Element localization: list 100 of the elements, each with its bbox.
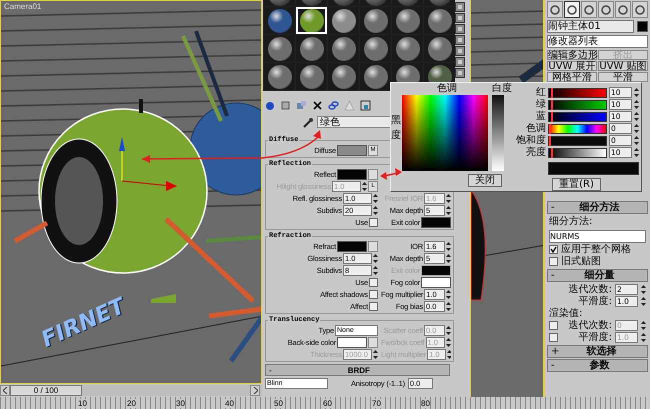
slider-thumb[interactable]: [551, 100, 554, 110]
modifier-button[interactable]: 平滑: [598, 72, 648, 82]
modifier-button[interactable]: UVW 展开: [547, 61, 597, 71]
rollout-header[interactable]: + 软选择: [547, 345, 648, 358]
spinner-arrows-icon[interactable]: [641, 321, 646, 330]
slider-thumb[interactable]: [551, 112, 554, 122]
spinner-arrows-icon[interactable]: [634, 136, 639, 145]
spinner-arrows-icon[interactable]: [641, 285, 646, 294]
next-frame-button[interactable]: [250, 385, 260, 396]
checkbox[interactable]: [549, 257, 558, 266]
subdivision-dropdown[interactable]: NURMS: [549, 230, 646, 243]
whiteness-label: 白度: [492, 83, 512, 95]
rollout-header[interactable]: - BRDF: [265, 364, 450, 376]
slider-thumb[interactable]: [551, 148, 554, 158]
whiteness-bar[interactable]: [492, 95, 504, 171]
checkbox[interactable]: [549, 333, 558, 342]
rollout-header[interactable]: - 细分量: [547, 269, 648, 282]
modifier-button[interactable]: UVW 贴图: [598, 61, 648, 71]
checkbox-label: 旧式贴图: [561, 256, 601, 267]
previous-frame-button[interactable]: [0, 385, 10, 396]
checkbox[interactable]: [369, 290, 378, 298]
modifier-button[interactable]: 网格平滑: [547, 72, 597, 82]
hue-spectrum[interactable]: [402, 95, 488, 171]
channel-label: 蓝: [535, 111, 546, 122]
modifier-list-dropdown[interactable]: 修改器列表: [547, 35, 648, 48]
time-slider[interactable]: 0 / 100: [10, 385, 82, 396]
checkbox[interactable]: [549, 321, 558, 330]
spinner-arrows-icon[interactable]: [634, 148, 639, 157]
spinner-arrows-icon[interactable]: [446, 338, 451, 346]
rollout-header[interactable]: - 参数: [547, 359, 648, 372]
timeline-tick: 20: [127, 399, 136, 408]
spinner-arrows-icon[interactable]: [446, 302, 451, 310]
color-swatch[interactable]: [337, 240, 367, 252]
timeline-tick: 80: [421, 399, 430, 408]
toolbar-icon[interactable]: [280, 100, 291, 111]
modifier-button[interactable]: 编辑多边形: [547, 50, 597, 60]
object-color-swatch[interactable]: [637, 21, 648, 32]
spinner-arrows-icon[interactable]: [446, 254, 451, 262]
checkbox-label: 应用于整个网格: [561, 244, 631, 255]
field-label: 迭代次数:: [568, 284, 612, 295]
channel-slider[interactable]: [548, 100, 607, 110]
panel-tab[interactable]: [547, 1, 563, 18]
spinner-arrows-icon[interactable]: [634, 100, 639, 109]
spinner-arrows-icon[interactable]: [446, 194, 451, 202]
spinner-arrows-icon[interactable]: [446, 326, 451, 334]
spinner-arrows-icon[interactable]: [641, 297, 646, 306]
hue-label: 色调: [436, 83, 458, 95]
color-swatch[interactable]: [421, 216, 451, 228]
rollout-sign: -: [269, 366, 272, 374]
spinner-arrows-icon[interactable]: [373, 266, 378, 274]
spinner-arrows-icon[interactable]: [373, 254, 378, 262]
checkbox[interactable]: [369, 218, 378, 226]
spinner-arrows-icon[interactable]: [373, 206, 378, 214]
color-swatch[interactable]: [337, 168, 367, 180]
timeline-tick: 50: [274, 399, 283, 408]
spinner-arrows-icon[interactable]: [634, 124, 639, 133]
channel-slider[interactable]: [548, 88, 607, 98]
spinner-arrows-icon[interactable]: [373, 350, 378, 358]
rollout-sign: -: [551, 270, 555, 281]
spinner-arrows-icon[interactable]: [362, 182, 367, 190]
channel-label: 色调: [525, 123, 546, 134]
close-icon[interactable]: [312, 100, 323, 111]
sphere-icon[interactable]: [264, 100, 275, 111]
object-name-field[interactable]: 闹钟主体01: [547, 20, 634, 33]
spinner-arrows-icon[interactable]: [446, 290, 451, 298]
spinner-arrows-icon[interactable]: [446, 242, 451, 250]
panel-tab[interactable]: [581, 1, 597, 18]
channel-label: 亮度: [525, 147, 546, 158]
field-label: 平滑度:: [578, 332, 612, 343]
panel-tab[interactable]: [598, 1, 614, 18]
close-button[interactable]: 关闭: [468, 174, 502, 187]
reset-button[interactable]: 重置(R): [552, 178, 601, 191]
spinner-arrows-icon[interactable]: [634, 112, 639, 121]
panel-tab[interactable]: [615, 1, 631, 18]
toolbar-icon[interactable]: [360, 100, 371, 111]
slider-thumb[interactable]: [551, 88, 554, 98]
panel-tab[interactable]: [632, 1, 648, 18]
link-icon[interactable]: [328, 100, 339, 111]
spinner-arrows-icon[interactable]: [446, 350, 451, 358]
color-swatch[interactable]: [337, 336, 367, 348]
channel-slider[interactable]: [548, 148, 607, 158]
panel-tab[interactable]: [564, 1, 580, 18]
eyedropper-icon[interactable]: [302, 116, 314, 128]
channel-slider[interactable]: [548, 136, 607, 146]
tab-icon: [617, 4, 629, 16]
channel-slider[interactable]: [548, 124, 607, 134]
checkbox[interactable]: [369, 302, 378, 310]
tab-icon: [566, 4, 578, 16]
timeline-tick: 40: [225, 399, 234, 408]
color-swatch[interactable]: [337, 144, 367, 156]
tab-icon: [634, 4, 646, 16]
checkbox[interactable]: [369, 278, 378, 286]
spinner-arrows-icon[interactable]: [634, 88, 639, 97]
spinner-arrows-icon[interactable]: [641, 333, 646, 342]
spinner-arrows-icon[interactable]: [446, 206, 451, 214]
rollout-header[interactable]: - 细分方法: [547, 201, 648, 214]
spinner-arrows-icon[interactable]: [373, 194, 378, 202]
channel-slider[interactable]: [548, 112, 607, 122]
checkbox[interactable]: [549, 245, 558, 254]
color-swatch[interactable]: [421, 276, 451, 288]
